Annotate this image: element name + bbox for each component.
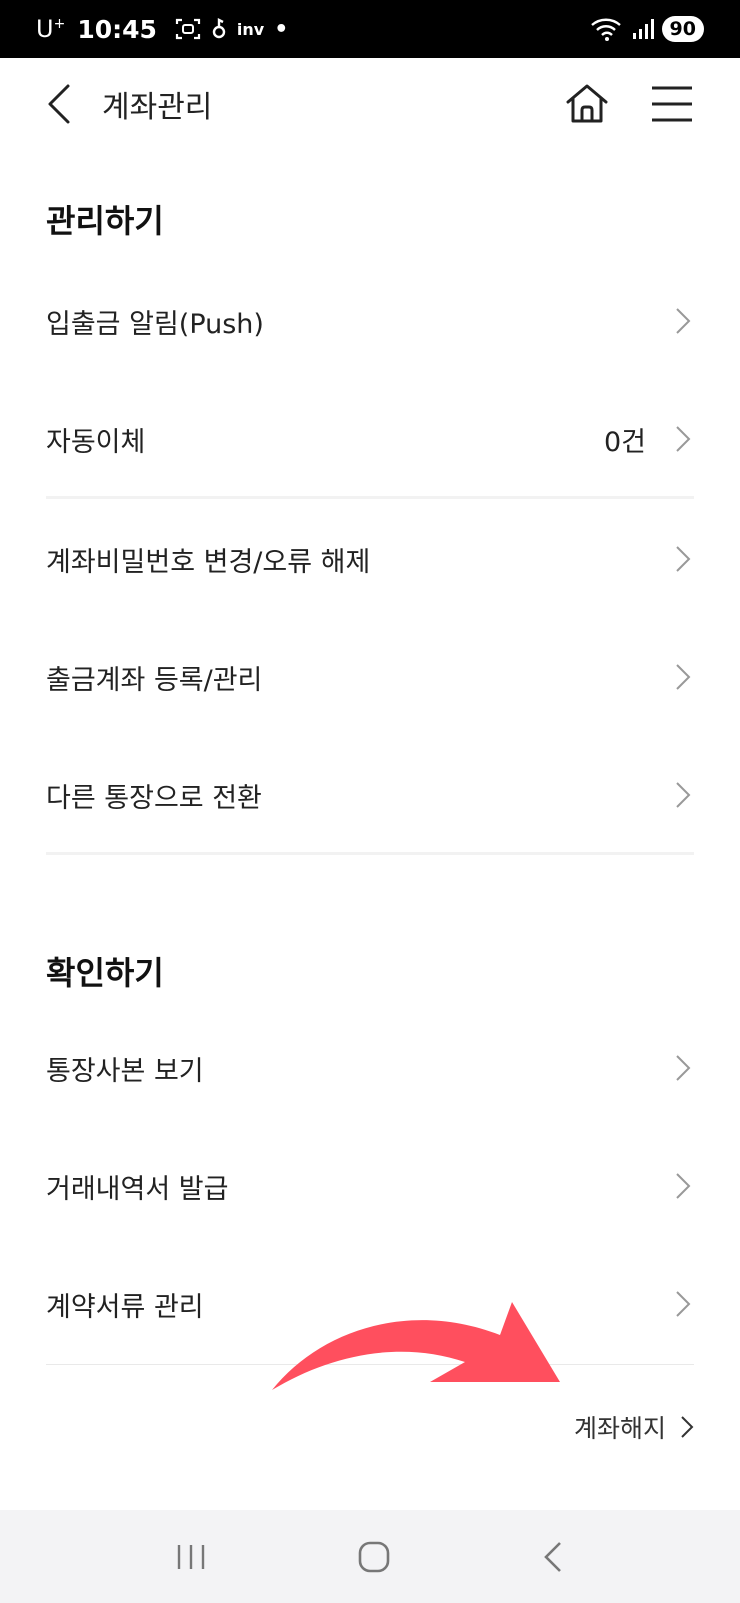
menu-item-auto-transfer[interactable]: 자동이체 0건 (46, 380, 694, 498)
system-nav-bar (0, 1510, 740, 1603)
menu-item-password-change[interactable]: 계좌비밀번호 변경/오류 해제 (46, 500, 694, 618)
chevron-right-icon (672, 424, 694, 454)
dot-icon: • (274, 16, 289, 42)
menu-item-label: 계좌비밀번호 변경/오류 해제 (46, 546, 371, 578)
recent-apps-icon[interactable] (174, 1542, 208, 1572)
chevron-right-icon (672, 1053, 694, 1083)
menu-item-bankbook-copy[interactable]: 통장사본 보기 (46, 1009, 694, 1127)
inv-label: inv (236, 19, 265, 39)
section-divider (46, 496, 694, 499)
section-divider (46, 852, 694, 855)
signal-icon (632, 19, 654, 39)
menu-item-label: 다른 통장으로 전환 (46, 782, 262, 814)
terminate-account-link[interactable]: 계좌해지 (574, 1402, 694, 1452)
menu-item-switch-account[interactable]: 다른 통장으로 전환 (46, 736, 694, 854)
annotation-arrow-icon (272, 1302, 560, 1390)
section-title-manage: 관리하기 (46, 202, 164, 240)
menu-item-label: 통장사본 보기 (46, 1055, 204, 1087)
back-button-icon[interactable] (540, 1539, 566, 1575)
chevron-right-icon (672, 1171, 694, 1201)
carrier-label: U+ (36, 15, 66, 43)
menu-item-label: 자동이체 (46, 426, 146, 458)
app-header: 계좌관리 (0, 58, 740, 150)
menu-item-label: 계약서류 관리 (46, 1291, 204, 1323)
terminate-account-label: 계좌해지 (573, 1414, 666, 1443)
menu-item-withdrawal-account[interactable]: 출금계좌 등록/관리 (46, 618, 694, 736)
section-title-check: 확인하기 (46, 954, 164, 992)
home-button-icon[interactable] (356, 1539, 392, 1575)
status-time: 10:45 (77, 14, 157, 44)
battery-indicator: 90 (661, 16, 704, 42)
header-actions (564, 81, 694, 127)
chevron-right-icon (681, 1416, 694, 1438)
chevron-right-icon (672, 1289, 694, 1319)
auto-transfer-count: 0건 (603, 426, 646, 458)
status-bar: U+ 10:45 inv • 90 (0, 0, 740, 58)
hamburger-menu-icon[interactable] (650, 84, 694, 124)
menu-item-transaction-statement[interactable]: 거래내역서 발급 (46, 1127, 694, 1245)
home-icon[interactable] (564, 81, 610, 127)
menu-item-label: 거래내역서 발급 (46, 1173, 229, 1205)
back-chevron-icon[interactable] (46, 83, 72, 125)
chevron-right-icon (672, 544, 694, 574)
menu-item-label: 출금계좌 등록/관리 (46, 664, 263, 696)
chevron-right-icon (672, 306, 694, 336)
page-title: 계좌관리 (102, 90, 213, 125)
app-notification-icon (212, 18, 226, 39)
status-icons: inv • (175, 17, 288, 42)
screenshot-icon (175, 18, 200, 40)
chevron-right-icon (672, 780, 694, 810)
status-right: 90 (590, 16, 704, 42)
status-left: U+ 10:45 inv • (36, 15, 288, 44)
menu-item-push-alert[interactable]: 입출금 알림(Push) (46, 262, 694, 380)
chevron-right-icon (672, 662, 694, 692)
menu-item-label: 입출금 알림(Push) (46, 308, 264, 340)
wifi-icon (590, 18, 621, 41)
